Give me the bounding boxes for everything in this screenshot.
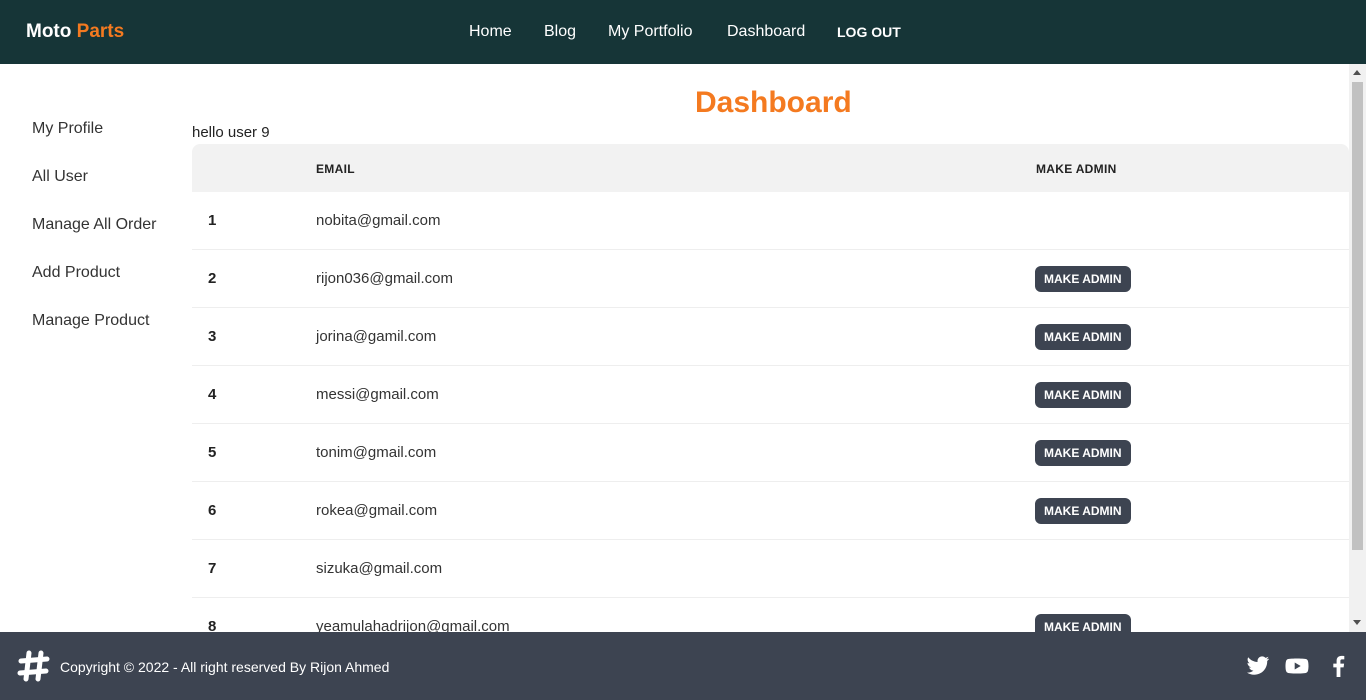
nav-portfolio-link[interactable]: My Portfolio xyxy=(608,23,692,41)
row-number: 2 xyxy=(208,270,217,287)
make-admin-button[interactable]: MAKE ADMIN xyxy=(1035,266,1131,292)
sidebar-item-add-product[interactable]: Add Product xyxy=(32,264,120,282)
hashtag-logo-icon xyxy=(17,650,50,682)
table-row: 2 rijon036@gmail.com MAKE ADMIN xyxy=(192,250,1349,308)
nav-home-link[interactable]: Home xyxy=(469,23,512,41)
make-admin-button[interactable]: MAKE ADMIN xyxy=(1035,498,1131,524)
row-email: messi@gmail.com xyxy=(316,386,439,403)
nav-blog-link[interactable]: Blog xyxy=(544,23,576,41)
brand-name: Moto xyxy=(26,21,72,42)
facebook-icon[interactable] xyxy=(1326,654,1352,678)
header-email: EMAIL xyxy=(316,162,355,176)
table-row: 1 nobita@gmail.com xyxy=(192,192,1349,250)
table-row: 6 rokea@gmail.com MAKE ADMIN xyxy=(192,482,1349,540)
make-admin-button[interactable]: MAKE ADMIN xyxy=(1035,614,1131,632)
scroll-thumb[interactable] xyxy=(1352,82,1363,550)
top-navbar: Moto Parts Home Blog My Portfolio Dashbo… xyxy=(0,0,1366,64)
page-scrollbar[interactable] xyxy=(1349,64,1366,632)
copyright-text: Copyright © 2022 - All right reserved By… xyxy=(60,659,390,675)
row-number: 5 xyxy=(208,444,217,461)
row-number: 7 xyxy=(208,560,217,577)
brand-accent: Parts xyxy=(76,21,125,42)
row-email: rijon036@gmail.com xyxy=(316,270,453,287)
row-email: sizuka@gmail.com xyxy=(316,560,443,577)
header-make-admin: MAKE ADMIN xyxy=(1036,162,1117,176)
row-number: 8 xyxy=(208,618,217,632)
table-row: 8 yeamulahadrijon@gmail.com MAKE ADMIN xyxy=(192,598,1349,632)
table-header: EMAIL MAKE ADMIN xyxy=(192,144,1349,192)
table-row: 4 messi@gmail.com MAKE ADMIN xyxy=(192,366,1349,424)
make-admin-button[interactable]: MAKE ADMIN xyxy=(1035,440,1131,466)
row-number: 3 xyxy=(208,328,217,345)
sidebar-item-my-profile[interactable]: My Profile xyxy=(32,120,103,138)
row-number: 6 xyxy=(208,502,217,519)
scroll-up-icon[interactable] xyxy=(1353,70,1361,75)
make-admin-button[interactable]: MAKE ADMIN xyxy=(1035,382,1131,408)
row-email: nobita@gmail.com xyxy=(316,212,441,229)
sidebar-item-manage-product[interactable]: Manage Product xyxy=(32,312,149,330)
sidebar-item-manage-all-order[interactable]: Manage All Order xyxy=(32,216,157,234)
brand-logo[interactable]: Moto Parts xyxy=(26,21,124,43)
table-row: 5 tonim@gmail.com MAKE ADMIN xyxy=(192,424,1349,482)
twitter-icon[interactable] xyxy=(1245,654,1271,678)
youtube-icon[interactable] xyxy=(1284,654,1310,678)
greeting-text: hello user 9 xyxy=(192,124,270,141)
users-table: EMAIL MAKE ADMIN 1 nobita@gmail.com 2 rijon… xyxy=(192,144,1349,632)
logout-button[interactable]: LOG OUT xyxy=(837,24,901,40)
table-row: 3 jorina@gamil.com MAKE ADMIN xyxy=(192,308,1349,366)
row-email: rokea@gmail.com xyxy=(316,502,438,519)
scroll-down-icon[interactable] xyxy=(1353,620,1361,625)
row-number: 4 xyxy=(208,386,217,403)
sidebar-item-all-user[interactable]: All User xyxy=(32,168,88,186)
make-admin-button[interactable]: MAKE ADMIN xyxy=(1035,324,1131,350)
table-row: 7 sizuka@gmail.com xyxy=(192,540,1349,598)
page-title: Dashboard xyxy=(695,86,852,119)
nav-dashboard-link[interactable]: Dashboard xyxy=(727,23,805,41)
row-email: yeamulahadrijon@gmail.com xyxy=(316,618,510,632)
footer: Copyright © 2022 - All right reserved By… xyxy=(0,632,1366,700)
row-email: jorina@gamil.com xyxy=(316,328,437,345)
row-number: 1 xyxy=(208,212,217,229)
row-email: tonim@gmail.com xyxy=(316,444,437,461)
